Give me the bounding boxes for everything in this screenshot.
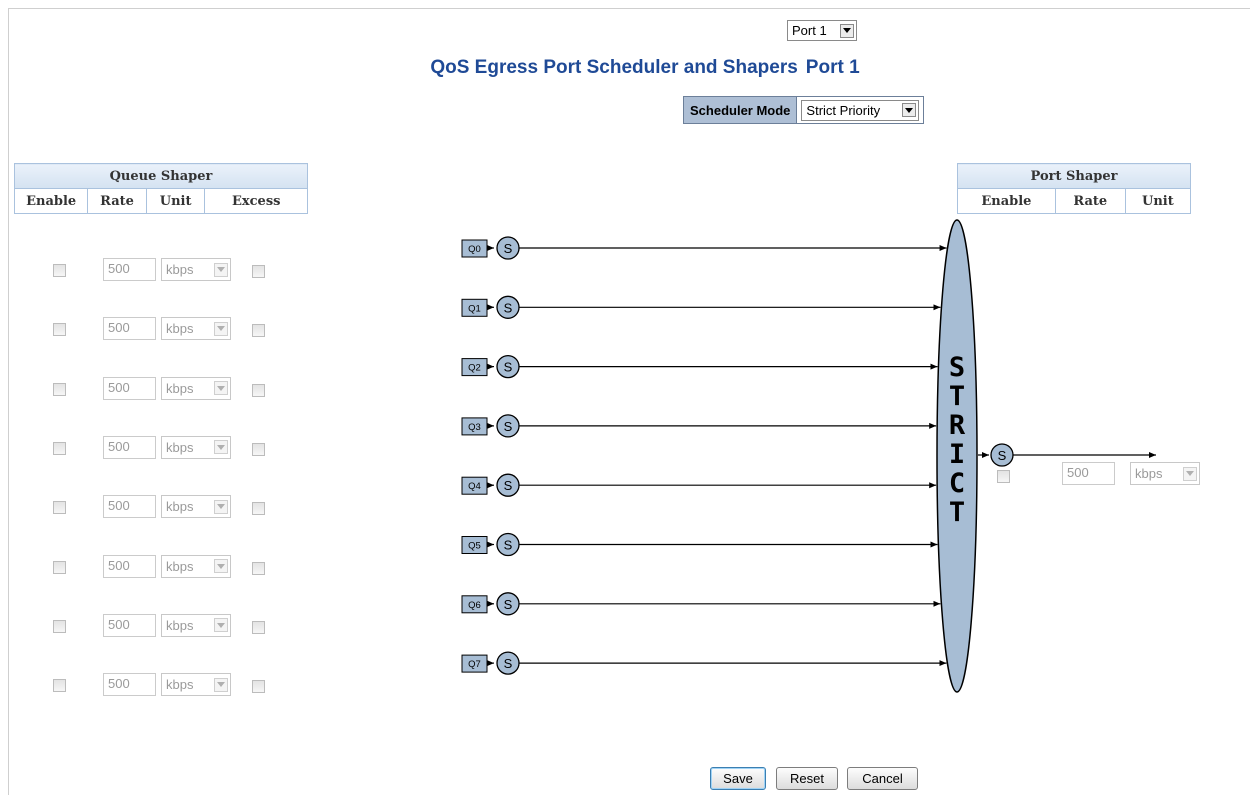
port-shaper-rate-input[interactable]: 500 xyxy=(1062,462,1115,485)
queue-shaper-symbol: S xyxy=(504,300,513,315)
strict-letter: T xyxy=(948,381,966,412)
save-button[interactable]: Save xyxy=(710,767,766,790)
queue-shaper-symbol: S xyxy=(504,538,513,553)
queue-label: Q3 xyxy=(468,422,481,433)
queue-label: Q0 xyxy=(468,244,481,255)
port-shaper-enable-checkbox[interactable] xyxy=(997,470,1010,483)
port-shaper-unit-value: kbps xyxy=(1135,466,1163,481)
queue-label: Q5 xyxy=(468,541,481,552)
cancel-button[interactable]: Cancel xyxy=(847,767,918,790)
queue-shaper-symbol: S xyxy=(504,478,513,493)
scheduler-diagram: Q0 S Q1 S Q2 S Q3 S Q4 S Q5 S Q6 S Q7 S S xyxy=(461,219,1156,693)
queue-shaper-symbol: S xyxy=(504,597,513,612)
queue-label: Q6 xyxy=(468,600,481,611)
reset-button[interactable]: Reset xyxy=(776,767,838,790)
queue-shaper-symbol: S xyxy=(504,241,513,256)
strict-scheduler-label: S T R I C T xyxy=(937,353,977,527)
queue-label: Q2 xyxy=(468,363,481,374)
strict-letter: I xyxy=(948,439,966,470)
strict-letter: C xyxy=(948,468,966,499)
queue-label: Q7 xyxy=(468,659,481,670)
queue-shaper-symbol: S xyxy=(504,360,513,375)
port-shaper-unit-select[interactable]: kbps xyxy=(1130,462,1200,485)
strict-letter: S xyxy=(948,352,966,383)
queue-shaper-symbol: S xyxy=(504,656,513,671)
queue-label: Q1 xyxy=(468,303,481,314)
strict-letter: T xyxy=(948,497,966,528)
port-shaper-symbol: S xyxy=(998,448,1007,463)
queue-shaper-symbol: S xyxy=(504,419,513,434)
queue-label: Q4 xyxy=(468,481,481,492)
queue-lanes: Q0 S Q1 S Q2 S Q3 S Q4 S Q5 S Q6 S Q7 S xyxy=(461,236,947,675)
chevron-down-icon xyxy=(1183,466,1197,481)
strict-letter: R xyxy=(948,410,966,441)
